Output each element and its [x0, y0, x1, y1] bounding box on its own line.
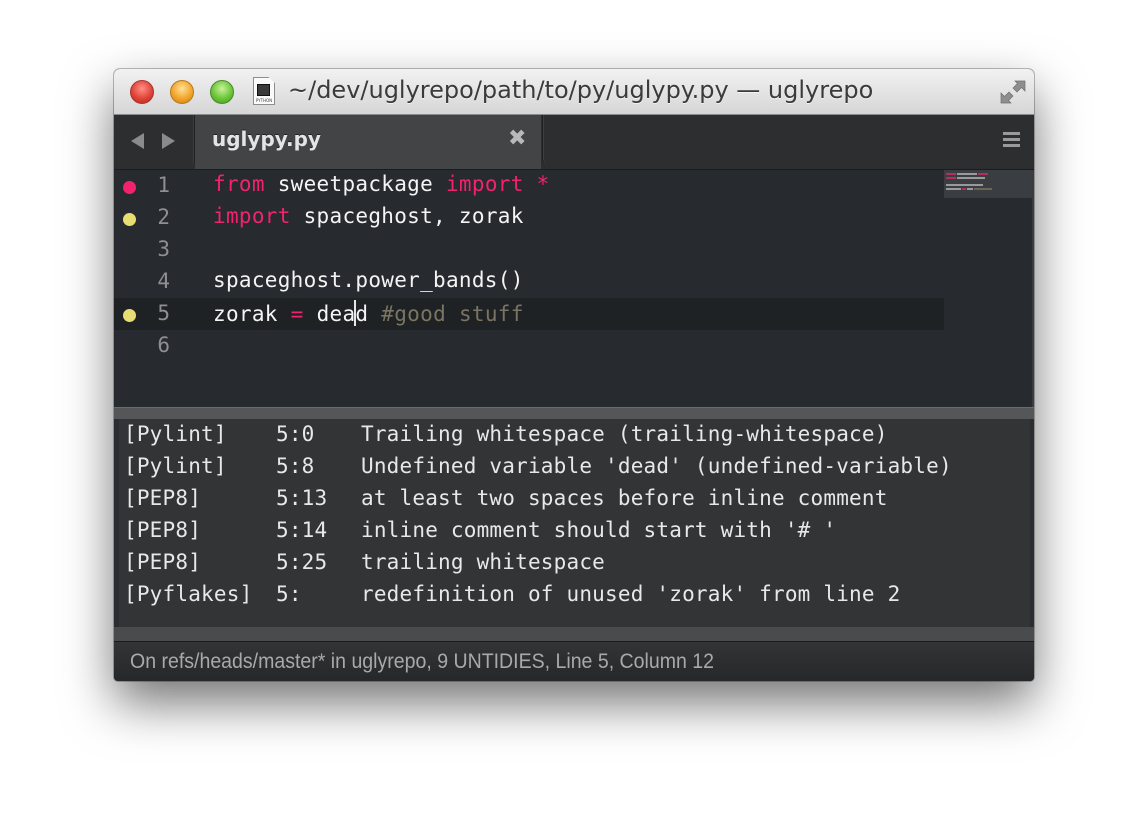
- python-file-icon[interactable]: PYTHON: [253, 77, 275, 105]
- line-number: 4: [157, 269, 170, 293]
- code-line[interactable]: 4 spaceghost.power_bands(): [114, 266, 944, 298]
- line-number: 1: [157, 173, 170, 197]
- code-token: spaceghost, zorak: [290, 204, 524, 228]
- lint-message: redefinition of unused 'zorak' from line…: [361, 582, 901, 606]
- code-text[interactable]: zorak = dead #good stuff: [213, 300, 524, 326]
- keyword-token: import: [445, 172, 524, 196]
- python-file-icon-glyph: [257, 84, 270, 96]
- tab-label: uglypy.py: [212, 127, 321, 151]
- lint-source: [PEP8]: [124, 518, 202, 542]
- lint-message: Trailing whitespace (trailing-whitespace…: [361, 422, 888, 446]
- window-title: ~/dev/uglyrepo/path/to/py/uglypy.py — ug…: [288, 76, 874, 104]
- line-number: 6: [157, 333, 170, 357]
- lint-location: 5:: [276, 582, 302, 606]
- tab-uglypy[interactable]: uglypy.py ✖: [195, 115, 541, 169]
- chevron-right-icon[interactable]: [162, 133, 175, 149]
- lint-source: [PEP8]: [124, 486, 202, 510]
- status-bar: On refs/heads/master* in uglyrepo, 9 UNT…: [114, 641, 1034, 681]
- python-file-icon-label: PYTHON: [255, 98, 273, 103]
- lint-location: 5:13: [276, 486, 328, 510]
- fullscreen-icon[interactable]: [998, 77, 1028, 107]
- code-token: spaceghost.power_bands(): [213, 268, 524, 292]
- panel-resize-handle[interactable]: [114, 407, 1034, 419]
- code-line[interactable]: 1 from sweetpackage import *: [114, 170, 944, 202]
- comment-token: #good stuff: [381, 302, 524, 326]
- code-text[interactable]: import spaceghost, zorak: [213, 204, 524, 228]
- lint-message: Undefined variable 'dead' (undefined-var…: [361, 454, 952, 478]
- lint-source: [Pylint]: [124, 422, 227, 446]
- tab-navigation: [114, 115, 195, 165]
- tab-bar: uglypy.py ✖: [114, 115, 1034, 169]
- panel-bottom-border: [114, 627, 1034, 641]
- code-line[interactable]: 5 zorak = dead #good stuff: [114, 298, 944, 330]
- code-line[interactable]: 3: [114, 234, 944, 266]
- lint-message: inline comment should start with '# ': [361, 518, 837, 542]
- line-number: 3: [157, 237, 170, 261]
- lint-message: trailing whitespace: [361, 550, 606, 574]
- close-window-button[interactable]: [130, 80, 154, 104]
- code-line[interactable]: 2 import spaceghost, zorak: [114, 202, 944, 234]
- lint-warning-marker-icon[interactable]: [123, 213, 136, 226]
- code-text[interactable]: spaceghost.power_bands(): [213, 268, 524, 292]
- code-line[interactable]: 6: [114, 330, 944, 362]
- lint-source: [Pyflakes]: [124, 582, 253, 606]
- lint-location: 5:8: [276, 454, 315, 478]
- hamburger-menu-icon[interactable]: [1003, 132, 1020, 148]
- code-token: zorak: [213, 302, 291, 326]
- lint-source: [Pylint]: [124, 454, 227, 478]
- editor-window: PYTHON ~/dev/uglyrepo/path/to/py/uglypy.…: [114, 69, 1034, 681]
- minimize-window-button[interactable]: [170, 80, 194, 104]
- lint-location: 5:0: [276, 422, 315, 446]
- code-text[interactable]: from sweetpackage import *: [213, 172, 550, 196]
- operator-token: =: [290, 302, 304, 326]
- minimap[interactable]: [944, 170, 1034, 198]
- code-editor[interactable]: 1 from sweetpackage import * 2 import space…: [114, 169, 1034, 408]
- lint-location: 5:14: [276, 518, 328, 542]
- tab-bar-empty-area: [542, 115, 1034, 165]
- keyword-token: from: [213, 172, 265, 196]
- lint-warning-marker-icon[interactable]: [123, 309, 136, 322]
- lint-message: at least two spaces before inline commen…: [361, 486, 888, 510]
- operator-token: *: [536, 172, 550, 196]
- code-token: dea: [303, 302, 356, 326]
- code-token: sweetpackage: [264, 172, 446, 196]
- editor-scrollbar[interactable]: [1032, 170, 1034, 408]
- title-bar[interactable]: PYTHON ~/dev/uglyrepo/path/to/py/uglypy.…: [114, 69, 1034, 115]
- status-text: On refs/heads/master* in uglyrepo, 9 UNT…: [130, 650, 715, 673]
- lint-source: [PEP8]: [124, 550, 202, 574]
- chevron-left-icon[interactable]: [131, 133, 144, 149]
- lint-output-panel[interactable]: [Pylint] 5:0 Trailing whitespace (trailing…: [119, 419, 1030, 627]
- line-number: 2: [157, 205, 170, 229]
- zoom-window-button[interactable]: [210, 80, 234, 104]
- keyword-token: import: [213, 204, 291, 228]
- close-tab-icon[interactable]: ✖: [508, 128, 526, 150]
- lint-location: 5:25: [276, 550, 328, 574]
- code-token: d: [355, 302, 382, 326]
- line-number: 5: [157, 301, 170, 325]
- lint-error-marker-icon[interactable]: [123, 181, 136, 194]
